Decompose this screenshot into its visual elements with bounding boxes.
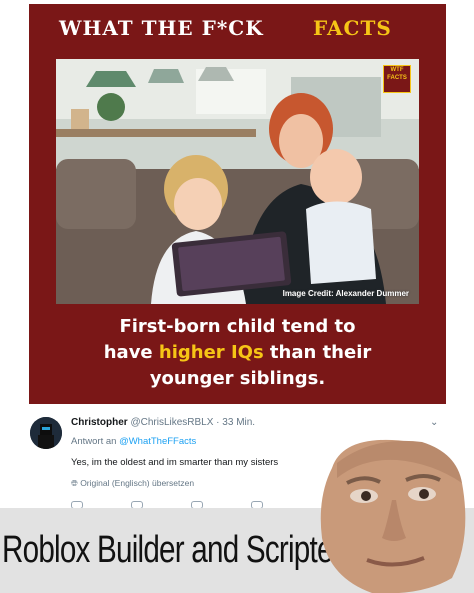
roblox-avatar-icon bbox=[30, 417, 62, 449]
tweet-text: Yes, im the oldest and im smarter than m… bbox=[71, 457, 279, 468]
translate-link[interactable]: 🌐︎ Original (Englisch) übersetzen bbox=[71, 478, 194, 489]
caption-text: have bbox=[103, 342, 159, 363]
reply-to-link[interactable]: @WhatTheFFacts bbox=[119, 436, 196, 447]
globe-icon: 🌐︎ bbox=[71, 478, 78, 488]
author-name[interactable]: Christopher bbox=[71, 417, 128, 428]
face-cutout-image bbox=[320, 439, 466, 593]
reply-prefix: Antwort an bbox=[71, 436, 120, 447]
translate-label[interactable]: Original (Englisch) übersetzen bbox=[80, 478, 194, 488]
caption-line-3: younger siblings. bbox=[149, 368, 326, 389]
avatar[interactable] bbox=[30, 417, 62, 449]
banner-text: Roblox Builder and Scripter bbox=[2, 529, 343, 571]
meme-card: WHAT THE F*CK FACTS WTF FACTS Image Cred… bbox=[29, 4, 446, 404]
chevron-down-icon[interactable]: ⌄ bbox=[430, 417, 438, 428]
header-title-accent: FACTS bbox=[313, 16, 392, 40]
photo: WTF FACTS Image Credit: Alexander Dummer bbox=[56, 59, 419, 304]
image-credit: Image Credit: Alexander Dummer bbox=[282, 289, 409, 298]
reply-to: Antwort an @WhatTheFFacts bbox=[71, 436, 196, 447]
tweet-author[interactable]: Christopher @ChrisLikesRBLX · 33 Min. bbox=[71, 417, 255, 428]
caption-text: than their bbox=[263, 342, 372, 363]
wtf-logo-badge: WTF FACTS bbox=[383, 65, 411, 93]
face-cutout bbox=[312, 428, 472, 593]
header-title: WHAT THE F*CK bbox=[59, 16, 264, 40]
caption-line-2: have higher IQs than their bbox=[29, 340, 446, 366]
family-photo-illustration bbox=[56, 59, 419, 304]
caption: First-born child tend to have higher IQs… bbox=[29, 314, 446, 392]
card-header: WHAT THE F*CK FACTS bbox=[29, 4, 446, 56]
author-handle-time: @ChrisLikesRBLX · 33 Min. bbox=[130, 417, 256, 428]
caption-line-1: First-born child tend to bbox=[119, 316, 356, 337]
caption-highlight: higher IQs bbox=[158, 342, 264, 363]
